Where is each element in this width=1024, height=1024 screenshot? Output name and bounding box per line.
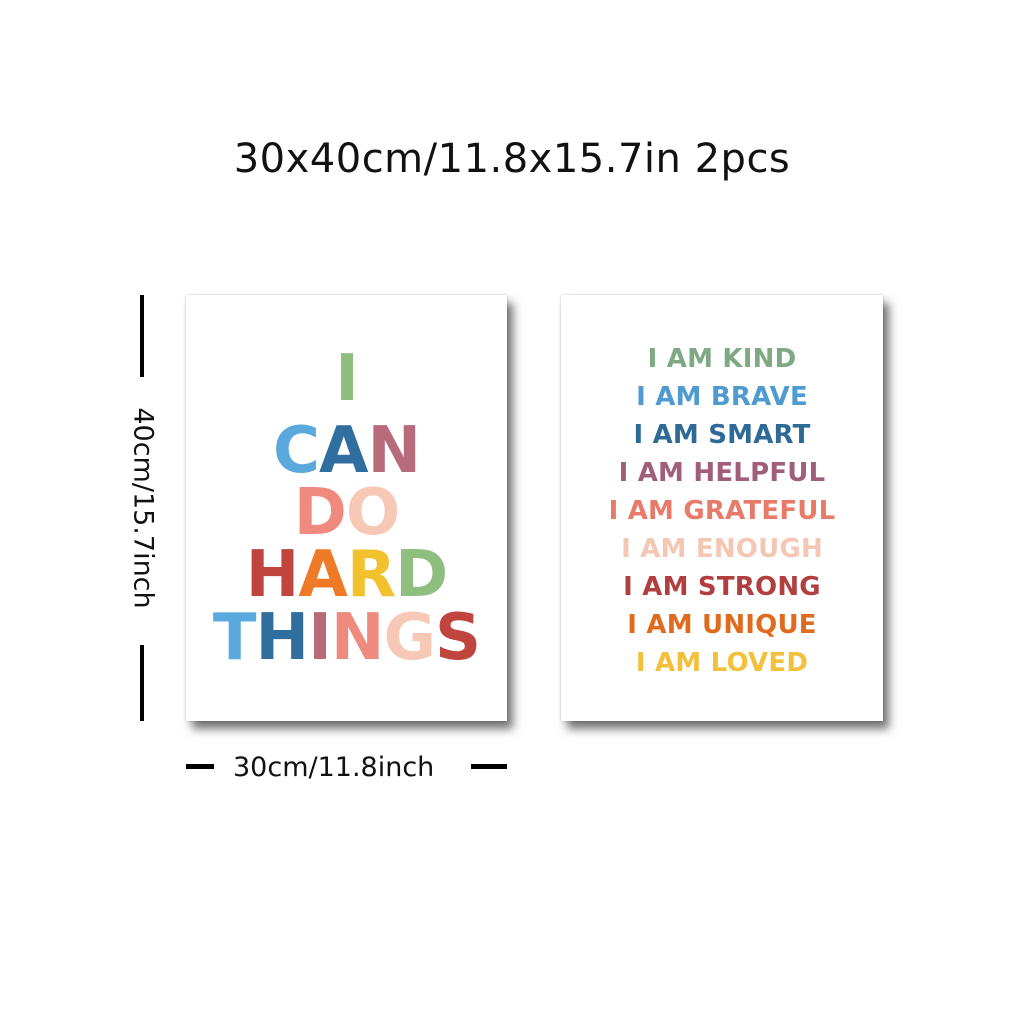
poster-letter: O (345, 476, 400, 550)
poster-line-2: CAN (186, 419, 507, 483)
affirmation-item: I AM ENOUGH (621, 534, 823, 564)
poster-letter: A (298, 538, 348, 612)
poster-letter: D (293, 476, 347, 550)
width-dimension-bar-left (186, 764, 214, 769)
poster-letter: S (435, 601, 481, 675)
product-size-headline: 30x40cm/11.8x15.7in 2pcs (233, 136, 791, 182)
poster-line-3: DO (186, 481, 507, 545)
poster-line-4: HARD (186, 543, 507, 607)
height-dimension-label: 40cm/15.7inch (127, 407, 159, 609)
poster-line-1: I (186, 347, 507, 411)
affirmation-item: I AM UNIQUE (627, 610, 817, 640)
affirmation-item: I AM STRONG (623, 572, 821, 602)
poster-letter: G (383, 601, 436, 675)
poster-i-can-do-hard-things: I CAN DO HARD THINGS (186, 295, 507, 721)
affirmation-item: I AM HELPFUL (618, 458, 826, 488)
affirmation-item: I AM GRATEFUL (608, 496, 836, 526)
poster-affirmations: I AM KIND I AM BRAVE I AM SMART I AM HELPFU… (561, 295, 883, 721)
poster-letter: H (245, 538, 300, 612)
height-dimension-bar-bottom (140, 645, 144, 721)
poster-letter: C (272, 414, 320, 488)
poster-letter: N (367, 414, 421, 488)
width-dimension-label: 30cm/11.8inch (233, 752, 435, 783)
width-dimension-bar-right (471, 764, 507, 769)
poster-letter: I (308, 601, 332, 675)
poster-line-5: THINGS (186, 606, 507, 670)
affirmation-list: I AM KIND I AM BRAVE I AM SMART I AM HELPFU… (561, 340, 883, 682)
poster-letter: H (255, 601, 310, 675)
poster-letter: T (212, 601, 257, 675)
affirmation-item: I AM BRAVE (636, 382, 808, 412)
height-dimension-bar-top (140, 295, 144, 377)
affirmation-item: I AM LOVED (635, 648, 809, 678)
affirmation-item: I AM SMART (633, 420, 811, 450)
poster-letter: D (395, 538, 448, 612)
poster-letter: R (346, 538, 396, 612)
poster-letter: N (330, 601, 385, 675)
poster-letter: I (335, 342, 359, 416)
affirmation-item: I AM KIND (647, 344, 797, 374)
poster-letter: A (318, 414, 369, 488)
